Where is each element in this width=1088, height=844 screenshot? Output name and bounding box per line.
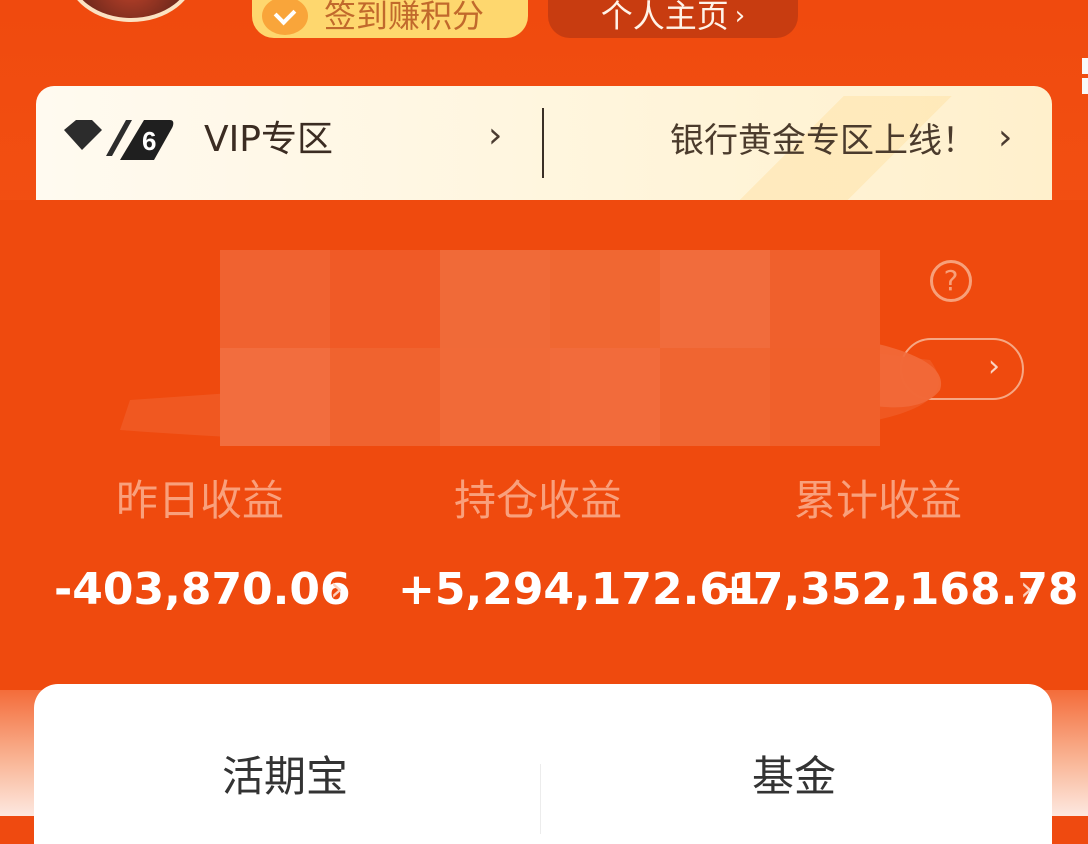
gold-promo-link[interactable]: 银行黄金专区上线！ bbox=[670, 124, 976, 158]
holding-earnings-value[interactable]: +5,294,172.61 bbox=[398, 568, 761, 612]
vip-zone-label[interactable]: VIP专区 bbox=[204, 122, 333, 158]
profile-button[interactable]: 个人主页 › bbox=[548, 0, 798, 38]
mosaic-cell bbox=[440, 250, 550, 348]
mosaic-cell bbox=[330, 348, 440, 446]
mosaic-cell bbox=[770, 348, 880, 446]
mosaic-cell bbox=[330, 250, 440, 348]
vip-level-badge[interactable]: 6 bbox=[62, 116, 174, 166]
mosaic-cell bbox=[660, 250, 770, 348]
sign-in-label: 签到赚积分 bbox=[324, 0, 485, 35]
product-card: 活期宝 基金 bbox=[34, 684, 1052, 844]
mosaic-cell bbox=[440, 348, 550, 446]
chevron-right-icon[interactable]: › bbox=[330, 572, 344, 606]
earnings-stats: 昨日收益 -403,870.06 › 持仓收益 +5,294,172.61 累计… bbox=[0, 472, 1088, 632]
product-divider bbox=[540, 764, 541, 834]
vip-divider bbox=[542, 108, 544, 178]
mosaic-cell bbox=[220, 250, 330, 348]
redaction-mosaic bbox=[220, 250, 880, 446]
total-earnings-label: 累计收益 bbox=[794, 476, 963, 525]
chevron-right-icon[interactable]: › bbox=[488, 118, 502, 154]
chevron-right-icon: › bbox=[734, 1, 746, 31]
check-coin-icon bbox=[262, 0, 308, 35]
profile-label: 个人主页 bbox=[600, 0, 729, 35]
product-fund[interactable]: 基金 bbox=[752, 756, 836, 798]
diamond-icon bbox=[64, 120, 102, 150]
vip-level-number: 6 bbox=[142, 126, 156, 156]
mosaic-cell bbox=[770, 250, 880, 348]
yesterday-earnings-label: 昨日收益 bbox=[116, 476, 285, 525]
scroll-indicator bbox=[1082, 58, 1088, 118]
mosaic-cell bbox=[550, 348, 660, 446]
mosaic-cell bbox=[660, 348, 770, 446]
mosaic-cell bbox=[220, 348, 330, 446]
holding-earnings-label: 持仓收益 bbox=[454, 476, 623, 525]
mosaic-cell bbox=[550, 250, 660, 348]
chevron-right-icon[interactable]: › bbox=[998, 120, 1012, 156]
yesterday-earnings-value[interactable]: -403,870.06 bbox=[54, 568, 351, 612]
sign-in-button[interactable]: 签到赚积分 bbox=[252, 0, 528, 38]
chevron-right-icon: › bbox=[988, 349, 1000, 384]
asset-summary: ? › 昨日收益 -403,870.06 › 持仓收益 +5,294,172.6… bbox=[0, 200, 1088, 690]
product-huoqibao[interactable]: 活期宝 bbox=[222, 756, 348, 798]
chevron-right-icon[interactable]: › bbox=[1020, 572, 1034, 606]
vip-banner: 6 VIP专区 › 银行黄金专区上线！ › bbox=[36, 86, 1052, 204]
